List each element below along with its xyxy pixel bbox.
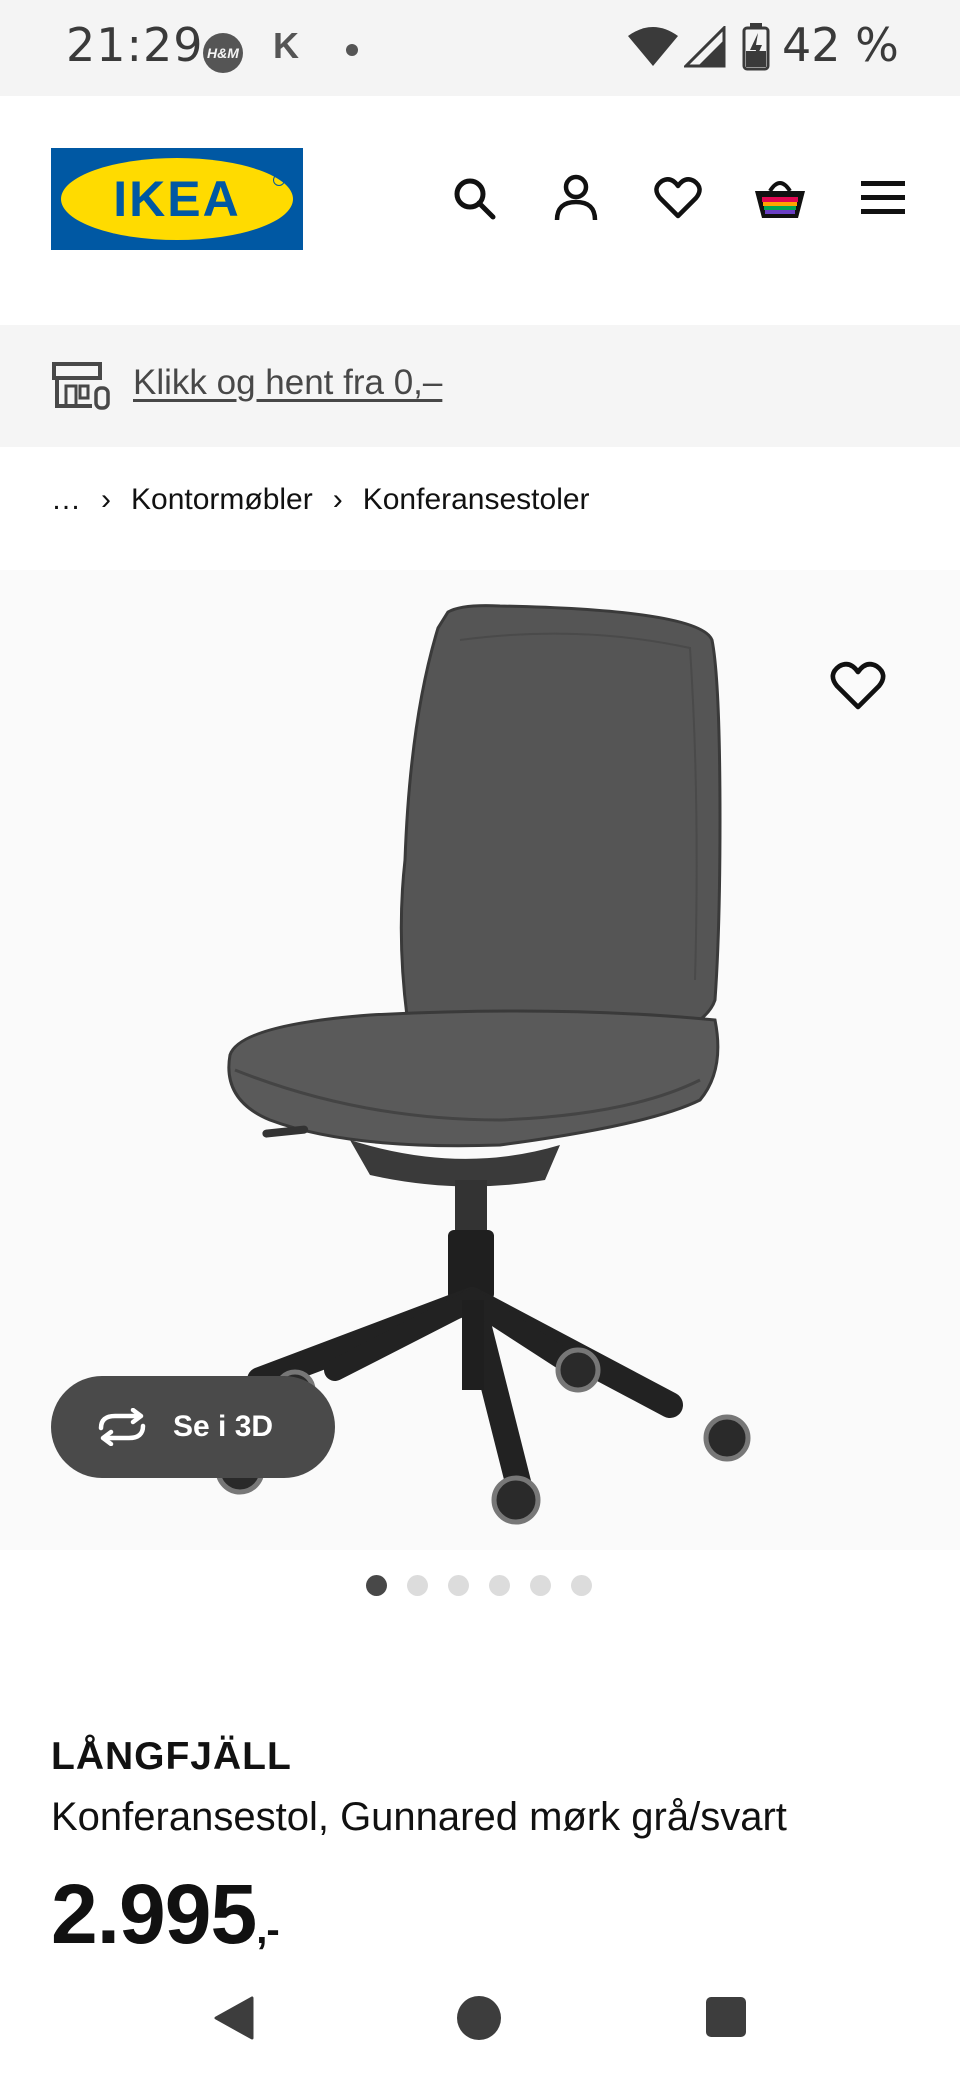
price-suffix: ,- [256,1908,279,1952]
account-button[interactable] [549,171,603,225]
battery-charging-icon [742,23,770,71]
breadcrumb-ellipsis[interactable]: … [51,483,81,517]
chevron-right-icon: › [332,483,343,516]
battery-percentage: 42 % [782,18,899,72]
notification-dot-icon [346,44,358,56]
cart-icon [755,181,805,218]
breadcrumb-konferansestoler[interactable]: Konferansestoler [363,483,590,517]
chevron-right-icon: › [101,483,111,516]
k-app-icon: K [273,25,299,66]
hm-app-icon: H&M [203,33,243,73]
click-collect-link[interactable]: Klikk og hent fra 0,– [133,363,442,403]
product-description: Konferansestol, Gunnared mørk grå/svart [51,1795,787,1839]
add-to-favourites-button[interactable] [830,660,886,717]
ikea-logo[interactable]: IKEA [51,148,303,250]
product-name: LÅNGFJÄLL [51,1735,292,1778]
search-button[interactable] [447,171,501,225]
pagination-dot-4[interactable] [489,1575,510,1596]
status-bar: 21:29 H&M K 42 % [0,0,960,96]
favourites-button[interactable] [651,171,705,225]
logo-text: IKEA [113,171,241,227]
gallery-pagination [366,1575,592,1596]
rotate-3d-icon [98,1408,146,1446]
pagination-dot-6[interactable] [571,1575,592,1596]
view-in-3d-button[interactable]: Se i 3D [51,1376,335,1478]
view-in-3d-label: Se i 3D [173,1410,274,1443]
status-time: 21:29 [66,18,204,72]
pagination-dot-3[interactable] [448,1575,469,1596]
cart-button[interactable] [753,171,807,225]
menu-icon [861,181,905,214]
registered-mark-icon [273,174,285,186]
heart-icon [830,661,886,710]
pagination-dot-1[interactable] [366,1575,387,1596]
breadcrumb: … › Kontormøbler › Konferansestoler [51,483,590,517]
product-price: 2.995,- [51,1866,280,1963]
price-main: 2.995 [51,1867,257,1961]
wifi-icon [628,27,678,66]
breadcrumb-kontormobler[interactable]: Kontormøbler [131,483,313,517]
store-icon [52,362,110,410]
search-icon [454,178,496,220]
menu-button[interactable] [856,171,910,225]
signal-icon [684,26,726,68]
account-icon [554,174,598,221]
pagination-dot-2[interactable] [407,1575,428,1596]
pagination-dot-5[interactable] [530,1575,551,1596]
heart-icon [654,177,702,219]
recent-apps-icon[interactable] [706,1997,746,2037]
back-icon[interactable] [212,1994,256,2042]
home-icon[interactable] [457,1996,501,2040]
